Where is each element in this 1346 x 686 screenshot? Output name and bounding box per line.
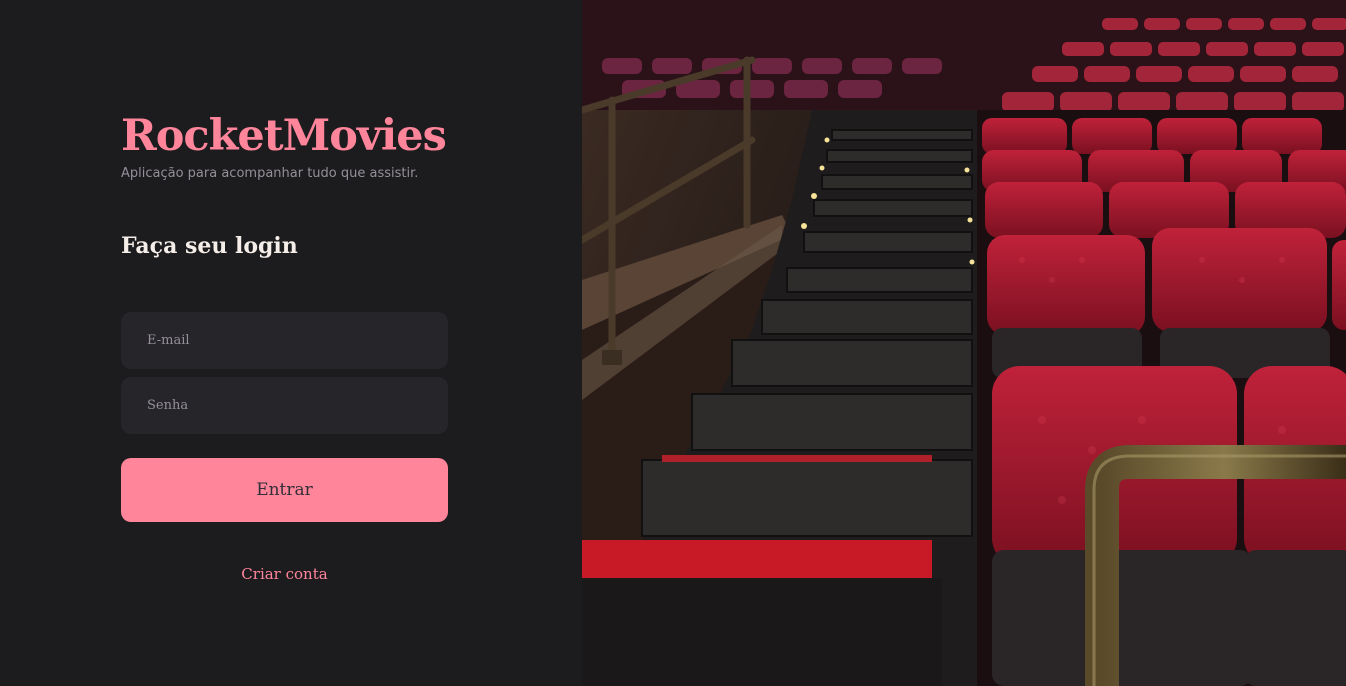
password-field[interactable] (121, 377, 448, 434)
login-heading: Faça seu login (121, 233, 298, 259)
hero-image (582, 0, 1346, 686)
email-field[interactable] (121, 312, 448, 369)
create-account-link[interactable]: Criar conta (121, 565, 448, 583)
brand-title: RocketMovies (121, 111, 447, 161)
brand-subtitle: Aplicação para acompanhar tudo que assis… (121, 166, 419, 181)
email-input[interactable] (145, 332, 424, 349)
login-button[interactable]: Entrar (121, 458, 448, 522)
password-input[interactable] (145, 397, 424, 414)
login-panel: RocketMovies Aplicação para acompanhar t… (0, 0, 582, 686)
cinema-auditorium-photo (582, 0, 1346, 686)
